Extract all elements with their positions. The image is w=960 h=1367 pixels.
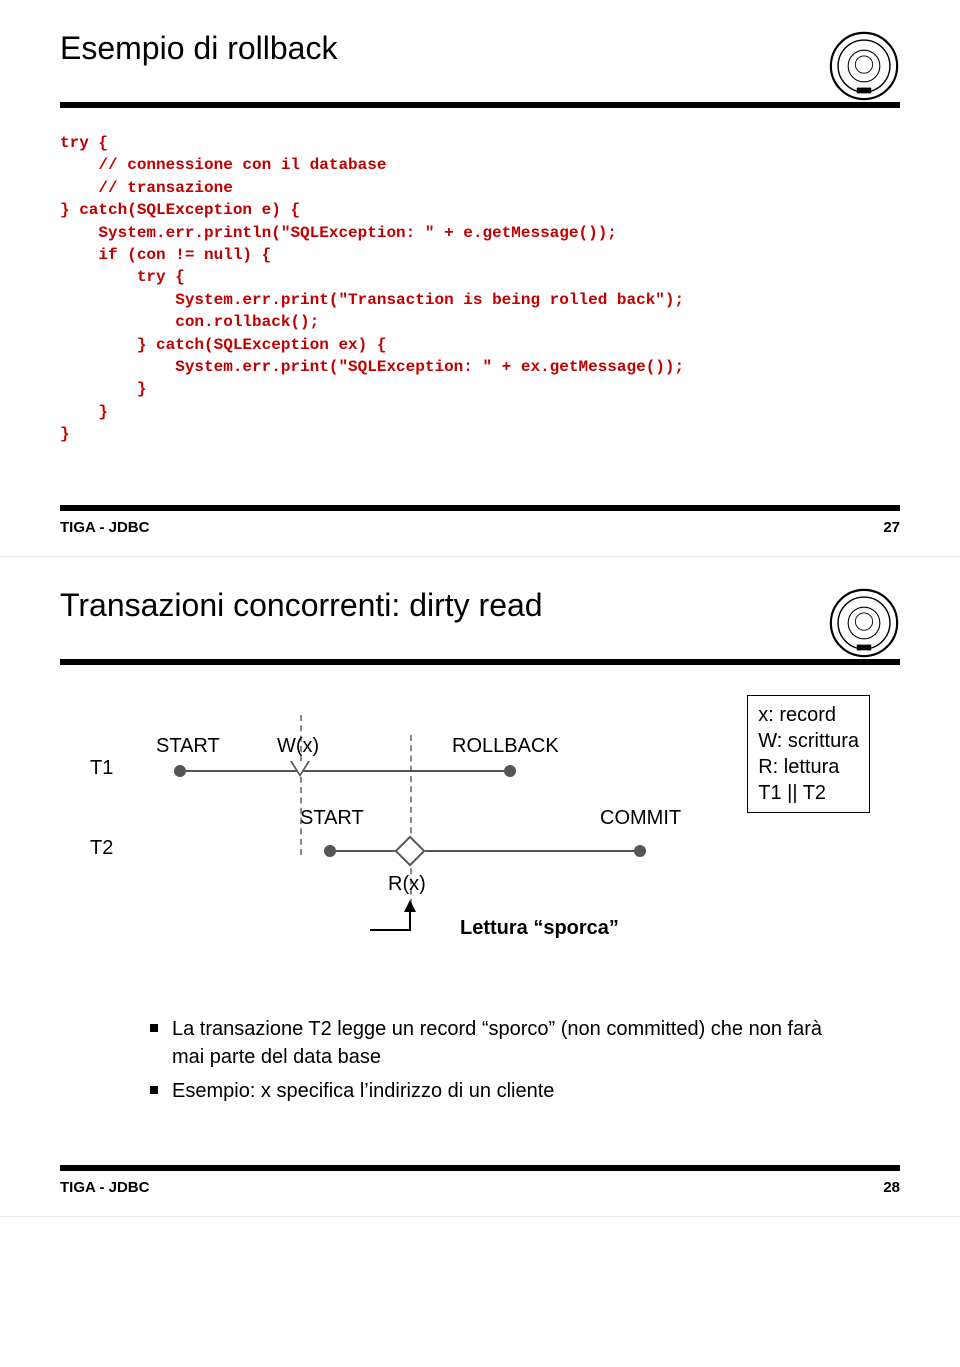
list-item: Esempio: x specifica l’indirizzo di un c… <box>150 1077 840 1105</box>
title-underline <box>60 102 900 108</box>
read-marker-icon <box>394 836 425 867</box>
university-seal-icon <box>828 30 900 102</box>
slide-header: Esempio di rollback <box>60 30 900 102</box>
t2-timeline <box>330 850 640 852</box>
legend-line: x: record <box>758 702 859 728</box>
page-number: 27 <box>883 519 900 536</box>
start-label: START <box>156 735 220 758</box>
t2-label: T2 <box>90 837 113 860</box>
start-label: START <box>300 807 364 830</box>
arrow-line <box>409 911 411 931</box>
slide-27: Esempio di rollback try { // connessione… <box>0 0 960 557</box>
slide-footer: TIGA - JDBC 28 <box>60 1179 900 1196</box>
lettura-sporca-label: Lettura “sporca” <box>460 917 619 940</box>
t1-end-dot <box>504 765 516 777</box>
commit-label: COMMIT <box>600 807 681 830</box>
rx-label: R(x) <box>388 873 426 896</box>
arrow-line <box>370 929 410 931</box>
wx-label: W(x) <box>277 735 319 758</box>
footer-label: TIGA - JDBC <box>60 1179 149 1196</box>
t2-end-dot <box>634 845 646 857</box>
legend-line: T1 || T2 <box>758 780 859 806</box>
page-number: 28 <box>883 1179 900 1196</box>
footer-label: TIGA - JDBC <box>60 519 149 536</box>
rollback-label: ROLLBACK <box>452 735 559 758</box>
title-underline <box>60 659 900 665</box>
legend-box: x: record W: scrittura R: lettura T1 || … <box>747 695 870 813</box>
bullet-text: Esempio: x specifica l’indirizzo di un c… <box>172 1077 554 1105</box>
bullet-text: La transazione T2 legge un record “sporc… <box>172 1015 840 1071</box>
list-item: La transazione T2 legge un record “sporc… <box>150 1015 840 1071</box>
slide-28: Transazioni concorrenti: dirty read x: r… <box>0 557 960 1217</box>
slide-footer: TIGA - JDBC 27 <box>60 519 900 536</box>
slide-header: Transazioni concorrenti: dirty read <box>60 587 900 659</box>
timeline-diagram: x: record W: scrittura R: lettura T1 || … <box>60 695 900 955</box>
slide-title: Esempio di rollback <box>60 30 337 67</box>
footer-line <box>60 1165 900 1171</box>
t2-start-dot <box>324 845 336 857</box>
t1-start-dot <box>174 765 186 777</box>
t1-label: T1 <box>90 757 113 780</box>
code-block: try { // connessione con il database // … <box>60 132 900 445</box>
university-seal-icon <box>828 587 900 659</box>
legend-line: R: lettura <box>758 754 859 780</box>
bullet-icon <box>150 1024 158 1032</box>
bullet-icon <box>150 1086 158 1094</box>
bullet-list: La transazione T2 legge un record “sporc… <box>150 1015 840 1105</box>
t1-timeline <box>180 770 510 772</box>
slide-title: Transazioni concorrenti: dirty read <box>60 587 543 624</box>
footer-line <box>60 505 900 511</box>
legend-line: W: scrittura <box>758 728 859 754</box>
write-marker-icon <box>290 761 310 777</box>
